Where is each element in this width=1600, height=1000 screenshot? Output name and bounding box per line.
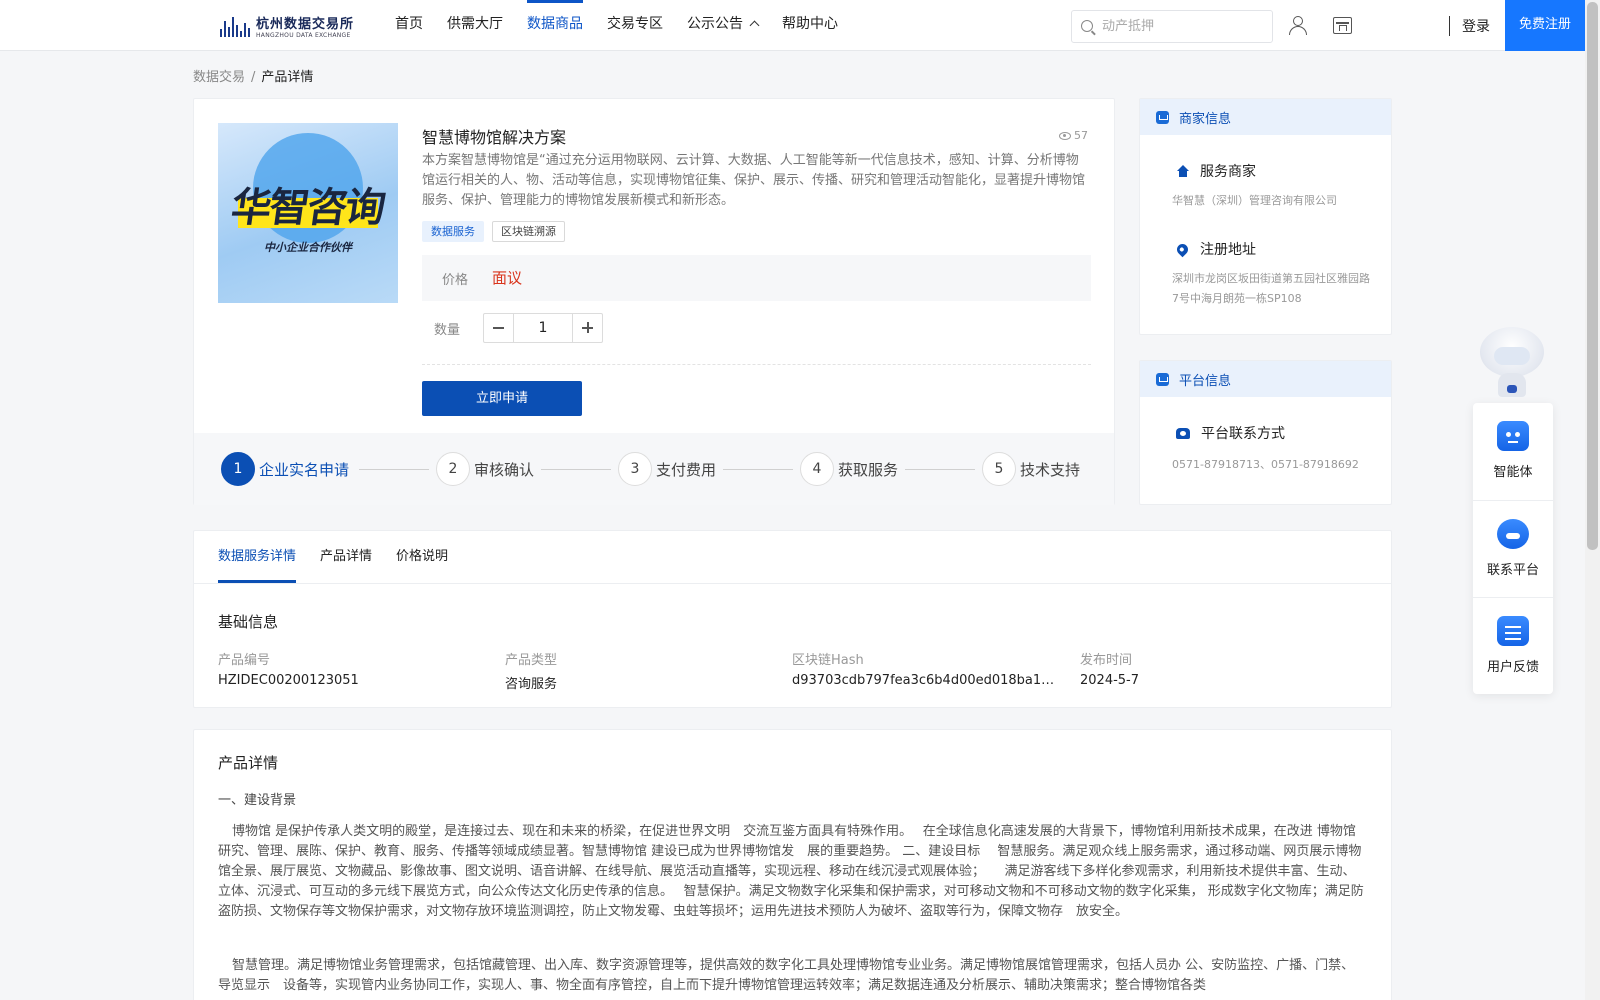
step-4: 4 获取服务	[800, 452, 898, 486]
service-merchant-value: 华智慧（深圳）管理咨询有限公司	[1172, 194, 1337, 207]
quantity-label: 数量	[434, 323, 461, 338]
search-input[interactable]	[1102, 11, 1267, 42]
detail-paragraph: 智慧管理。满足博物馆业务管理需求，包括馆藏管理、出入库、数字资源管理等，提供高效…	[218, 958, 1355, 993]
price-box: 价格 面议	[422, 255, 1091, 301]
address-row: 注册地址	[1174, 239, 1256, 259]
login-link[interactable]: 登录	[1462, 16, 1490, 36]
breadcrumb-current: 产品详情	[261, 70, 314, 85]
product-image: 华智咨询 中小企业合作伙伴	[218, 123, 398, 303]
product-image-subtitle: 中小企业合作伙伴	[264, 241, 352, 254]
increment-button[interactable]	[572, 314, 602, 342]
platform-info-card: 平台信息 平台联系方式 0571-87918713、0571-87918692	[1139, 360, 1392, 505]
view-count: 57	[1059, 129, 1088, 142]
product-title: 智慧博物馆解决方案	[422, 128, 567, 147]
platform-info-header: 平台信息	[1140, 361, 1391, 397]
nav-trading-zone[interactable]: 交易专区	[607, 0, 663, 51]
step-5: 5 技术支持	[982, 452, 1080, 486]
breadcrumb: 数据交易 / 产品详情	[193, 66, 313, 85]
location-pin-icon	[1174, 241, 1191, 257]
nav-data-products[interactable]: 数据商品	[527, 0, 583, 51]
tag-blockchain: 区块链溯源	[492, 221, 565, 242]
robot-mascot-icon[interactable]	[1472, 325, 1552, 400]
contact-value: 0571-87918713、0571-87918692	[1172, 458, 1359, 471]
nav-announcements-label: 公示公告	[687, 16, 743, 32]
logo-title: 杭州数据交易所	[256, 17, 355, 32]
product-detail-title: 产品详情	[218, 754, 279, 772]
tab-data-service-detail[interactable]: 数据服务详情	[218, 531, 297, 583]
contact-row: 平台联系方式	[1176, 423, 1285, 443]
merchant-info-header: 商家信息	[1140, 99, 1391, 135]
site-logo[interactable]: 杭州数据交易所 HANGZHOU DATA EXCHANGE	[220, 11, 354, 41]
search-icon[interactable]	[1081, 20, 1093, 32]
product-tags: 数据服务 区块链溯源	[422, 221, 565, 242]
user-icon[interactable]	[1288, 16, 1308, 36]
service-merchant-row: 服务商家	[1176, 161, 1256, 181]
price-label: 价格	[442, 273, 469, 288]
detail-subtitle: 一、建设背景	[218, 793, 297, 808]
price-value: 面议	[492, 269, 523, 287]
tab-product-detail[interactable]: 产品详情	[320, 531, 372, 583]
feedback-icon	[1497, 616, 1529, 646]
bot-icon	[1497, 421, 1529, 451]
step-connector	[905, 469, 975, 470]
product-description: 本方案智慧博物馆是“通过充分运用物联网、云计算、大数据、人工智能等新一代信息技术…	[422, 153, 1086, 208]
store-info-icon	[1156, 110, 1169, 124]
decrement-button[interactable]	[484, 314, 514, 342]
view-count-value: 57	[1074, 129, 1088, 142]
main-nav: 首页 供需大厅 数据商品 交易专区 公示公告 帮助中心	[395, 0, 862, 51]
step-connector	[723, 469, 793, 470]
nav-announcements[interactable]: 公示公告	[687, 0, 760, 51]
breadcrumb-parent[interactable]: 数据交易	[193, 70, 245, 85]
detail-paragraph: 博物馆 是保护传承人类文明的殿堂，是连接过去、现在和未来的桥梁，在促进世界文明 …	[218, 824, 1364, 919]
step-connector	[541, 469, 611, 470]
product-image-logo: 华智咨询	[228, 184, 387, 231]
logo-mark	[220, 15, 250, 37]
headset-icon	[1497, 519, 1529, 549]
logo-subtitle: HANGZHOU DATA EXCHANGE	[256, 32, 351, 39]
product-card: 华智咨询 中小企业合作伙伴 智慧博物馆解决方案 57 本方案智慧博物馆是“通过充…	[193, 98, 1115, 505]
merchant-info-card: 商家信息 服务商家 华智慧（深圳）管理咨询有限公司 注册地址 深圳市龙岗区坂田街…	[1139, 98, 1392, 335]
quantity-stepper: 1	[483, 313, 603, 343]
field-blockchain-hash: 区块链Hash d93703cdb797fea3c6b4d00ed018ba19a…	[792, 653, 1062, 688]
agent-button[interactable]: 智能体	[1473, 403, 1553, 500]
search-box	[1071, 10, 1273, 43]
divider	[422, 364, 1091, 365]
nav-home[interactable]: 首页	[395, 0, 423, 51]
page-scrollbar[interactable]	[1585, 0, 1600, 1000]
step-connector	[359, 469, 429, 470]
home-icon	[1176, 165, 1189, 177]
tabs-divider	[194, 583, 1391, 584]
register-button[interactable]: 免费注册	[1505, 0, 1585, 51]
basic-info-title: 基础信息	[218, 613, 279, 631]
phone-icon	[1176, 427, 1190, 439]
field-product-type: 产品类型 咨询服务	[505, 653, 558, 692]
step-1: 1 企业实名申请	[221, 452, 349, 486]
store-icon[interactable]	[1333, 17, 1352, 34]
quantity-value[interactable]: 1	[514, 314, 572, 342]
contact-platform-button[interactable]: 联系平台	[1473, 500, 1553, 597]
nav-supply-demand[interactable]: 供需大厅	[447, 0, 503, 51]
tab-price-info[interactable]: 价格说明	[396, 531, 448, 583]
monitor-icon	[1156, 372, 1169, 386]
nav-help-center[interactable]: 帮助中心	[782, 0, 838, 51]
process-steps: 1 企业实名申请 2 审核确认 3 支付费用 4 获取服务 5 技术支持	[194, 433, 1114, 505]
step-3: 3 支付费用	[618, 452, 716, 486]
header-divider	[1449, 16, 1450, 36]
apply-button[interactable]: 立即申请	[422, 381, 582, 416]
field-product-id: 产品编号 HZIDEC00200123051	[218, 653, 359, 688]
product-detail-card: 产品详情 一、建设背景 博物馆 是保护传承人类文明的殿堂，是连接过去、现在和未来…	[193, 729, 1392, 1000]
breadcrumb-separator: /	[251, 70, 256, 85]
floating-toolbar: 智能体 联系平台 用户反馈	[1473, 403, 1553, 694]
field-publish-date: 发布时间 2024-5-7	[1080, 653, 1140, 688]
chevron-up-icon	[749, 20, 760, 31]
service-detail-card: 数据服务详情 产品详情 价格说明 基础信息 产品编号 HZIDEC00200123…	[193, 530, 1392, 708]
detail-tabs: 数据服务详情 产品详情 价格说明	[218, 531, 448, 584]
feedback-button[interactable]: 用户反馈	[1473, 597, 1553, 694]
step-2: 2 审核确认	[436, 452, 534, 486]
scrollbar-thumb[interactable]	[1587, 2, 1598, 550]
top-header: 杭州数据交易所 HANGZHOU DATA EXCHANGE 首页 供需大厅 数…	[0, 0, 1600, 51]
tag-data-service: 数据服务	[422, 221, 484, 242]
address-value: 深圳市龙岗区坂田街道第五园社区雅园路7号中海月朗苑一栋SP108	[1172, 272, 1370, 305]
eye-icon	[1059, 131, 1071, 140]
